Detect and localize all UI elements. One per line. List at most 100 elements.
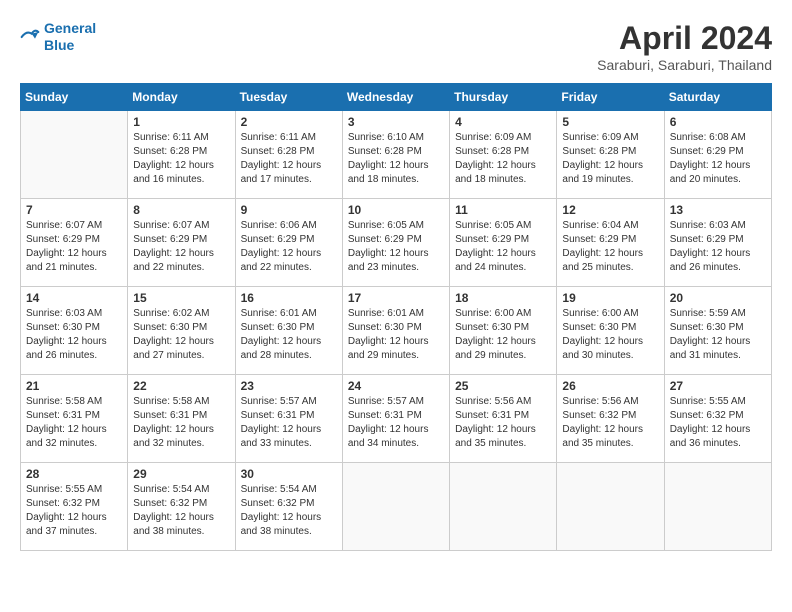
- week-row-2: 7 Sunrise: 6:07 AM Sunset: 6:29 PM Dayli…: [21, 199, 772, 287]
- day-number: 9: [241, 203, 337, 217]
- day-number: 24: [348, 379, 444, 393]
- calendar-table: SundayMondayTuesdayWednesdayThursdayFrid…: [20, 83, 772, 551]
- logo-text: General Blue: [44, 20, 96, 54]
- day-number: 25: [455, 379, 551, 393]
- header-cell-thursday: Thursday: [450, 84, 557, 111]
- day-number: 10: [348, 203, 444, 217]
- logo: General Blue: [20, 20, 96, 54]
- header-cell-tuesday: Tuesday: [235, 84, 342, 111]
- week-row-3: 14 Sunrise: 6:03 AM Sunset: 6:30 PM Dayl…: [21, 287, 772, 375]
- logo-icon: [20, 27, 40, 47]
- day-number: 22: [133, 379, 229, 393]
- day-info: Sunrise: 5:54 AM Sunset: 6:32 PM Dayligh…: [133, 483, 229, 539]
- day-cell: 7 Sunrise: 6:07 AM Sunset: 6:29 PM Dayli…: [21, 199, 128, 287]
- day-number: 13: [670, 203, 766, 217]
- day-cell: 30 Sunrise: 5:54 AM Sunset: 6:32 PM Dayl…: [235, 463, 342, 551]
- day-cell: 5 Sunrise: 6:09 AM Sunset: 6:28 PM Dayli…: [557, 111, 664, 199]
- day-number: 2: [241, 115, 337, 129]
- day-info: Sunrise: 6:10 AM Sunset: 6:28 PM Dayligh…: [348, 131, 444, 187]
- day-number: 8: [133, 203, 229, 217]
- day-cell: 23 Sunrise: 5:57 AM Sunset: 6:31 PM Dayl…: [235, 375, 342, 463]
- day-info: Sunrise: 6:11 AM Sunset: 6:28 PM Dayligh…: [133, 131, 229, 187]
- day-number: 18: [455, 291, 551, 305]
- day-cell: [21, 111, 128, 199]
- day-info: Sunrise: 5:59 AM Sunset: 6:30 PM Dayligh…: [670, 307, 766, 363]
- day-cell: 28 Sunrise: 5:55 AM Sunset: 6:32 PM Dayl…: [21, 463, 128, 551]
- day-cell: 26 Sunrise: 5:56 AM Sunset: 6:32 PM Dayl…: [557, 375, 664, 463]
- day-number: 28: [26, 467, 122, 481]
- day-number: 20: [670, 291, 766, 305]
- day-cell: 11 Sunrise: 6:05 AM Sunset: 6:29 PM Dayl…: [450, 199, 557, 287]
- day-cell: 17 Sunrise: 6:01 AM Sunset: 6:30 PM Dayl…: [342, 287, 449, 375]
- day-number: 26: [562, 379, 658, 393]
- day-cell: 6 Sunrise: 6:08 AM Sunset: 6:29 PM Dayli…: [664, 111, 771, 199]
- day-cell: [557, 463, 664, 551]
- day-cell: 12 Sunrise: 6:04 AM Sunset: 6:29 PM Dayl…: [557, 199, 664, 287]
- day-info: Sunrise: 6:04 AM Sunset: 6:29 PM Dayligh…: [562, 219, 658, 275]
- day-info: Sunrise: 6:09 AM Sunset: 6:28 PM Dayligh…: [455, 131, 551, 187]
- day-info: Sunrise: 6:09 AM Sunset: 6:28 PM Dayligh…: [562, 131, 658, 187]
- day-info: Sunrise: 5:56 AM Sunset: 6:31 PM Dayligh…: [455, 395, 551, 451]
- day-number: 19: [562, 291, 658, 305]
- day-info: Sunrise: 6:05 AM Sunset: 6:29 PM Dayligh…: [348, 219, 444, 275]
- day-cell: 10 Sunrise: 6:05 AM Sunset: 6:29 PM Dayl…: [342, 199, 449, 287]
- header-cell-monday: Monday: [128, 84, 235, 111]
- day-info: Sunrise: 5:55 AM Sunset: 6:32 PM Dayligh…: [26, 483, 122, 539]
- week-row-5: 28 Sunrise: 5:55 AM Sunset: 6:32 PM Dayl…: [21, 463, 772, 551]
- day-cell: 18 Sunrise: 6:00 AM Sunset: 6:30 PM Dayl…: [450, 287, 557, 375]
- week-row-1: 1 Sunrise: 6:11 AM Sunset: 6:28 PM Dayli…: [21, 111, 772, 199]
- day-cell: 14 Sunrise: 6:03 AM Sunset: 6:30 PM Dayl…: [21, 287, 128, 375]
- day-number: 16: [241, 291, 337, 305]
- day-number: 29: [133, 467, 229, 481]
- header: General Blue April 2024 Saraburi, Sarabu…: [20, 20, 772, 73]
- day-cell: 21 Sunrise: 5:58 AM Sunset: 6:31 PM Dayl…: [21, 375, 128, 463]
- day-info: Sunrise: 6:06 AM Sunset: 6:29 PM Dayligh…: [241, 219, 337, 275]
- day-number: 30: [241, 467, 337, 481]
- day-info: Sunrise: 6:11 AM Sunset: 6:28 PM Dayligh…: [241, 131, 337, 187]
- day-number: 4: [455, 115, 551, 129]
- day-cell: 1 Sunrise: 6:11 AM Sunset: 6:28 PM Dayli…: [128, 111, 235, 199]
- day-info: Sunrise: 5:58 AM Sunset: 6:31 PM Dayligh…: [26, 395, 122, 451]
- day-number: 21: [26, 379, 122, 393]
- day-info: Sunrise: 6:07 AM Sunset: 6:29 PM Dayligh…: [133, 219, 229, 275]
- day-cell: 24 Sunrise: 5:57 AM Sunset: 6:31 PM Dayl…: [342, 375, 449, 463]
- day-cell: 9 Sunrise: 6:06 AM Sunset: 6:29 PM Dayli…: [235, 199, 342, 287]
- day-cell: 27 Sunrise: 5:55 AM Sunset: 6:32 PM Dayl…: [664, 375, 771, 463]
- day-info: Sunrise: 6:05 AM Sunset: 6:29 PM Dayligh…: [455, 219, 551, 275]
- day-number: 3: [348, 115, 444, 129]
- day-number: 15: [133, 291, 229, 305]
- day-info: Sunrise: 6:07 AM Sunset: 6:29 PM Dayligh…: [26, 219, 122, 275]
- day-info: Sunrise: 6:00 AM Sunset: 6:30 PM Dayligh…: [562, 307, 658, 363]
- day-info: Sunrise: 6:00 AM Sunset: 6:30 PM Dayligh…: [455, 307, 551, 363]
- day-cell: 22 Sunrise: 5:58 AM Sunset: 6:31 PM Dayl…: [128, 375, 235, 463]
- calendar-body: 1 Sunrise: 6:11 AM Sunset: 6:28 PM Dayli…: [21, 111, 772, 551]
- header-cell-friday: Friday: [557, 84, 664, 111]
- day-number: 5: [562, 115, 658, 129]
- day-cell: 15 Sunrise: 6:02 AM Sunset: 6:30 PM Dayl…: [128, 287, 235, 375]
- day-info: Sunrise: 6:01 AM Sunset: 6:30 PM Dayligh…: [348, 307, 444, 363]
- day-number: 23: [241, 379, 337, 393]
- title-section: April 2024 Saraburi, Saraburi, Thailand: [597, 20, 772, 73]
- day-info: Sunrise: 5:54 AM Sunset: 6:32 PM Dayligh…: [241, 483, 337, 539]
- day-info: Sunrise: 5:56 AM Sunset: 6:32 PM Dayligh…: [562, 395, 658, 451]
- day-cell: 8 Sunrise: 6:07 AM Sunset: 6:29 PM Dayli…: [128, 199, 235, 287]
- day-number: 12: [562, 203, 658, 217]
- day-info: Sunrise: 6:01 AM Sunset: 6:30 PM Dayligh…: [241, 307, 337, 363]
- day-number: 1: [133, 115, 229, 129]
- header-cell-saturday: Saturday: [664, 84, 771, 111]
- week-row-4: 21 Sunrise: 5:58 AM Sunset: 6:31 PM Dayl…: [21, 375, 772, 463]
- header-cell-wednesday: Wednesday: [342, 84, 449, 111]
- day-number: 11: [455, 203, 551, 217]
- day-cell: 16 Sunrise: 6:01 AM Sunset: 6:30 PM Dayl…: [235, 287, 342, 375]
- day-cell: [450, 463, 557, 551]
- day-info: Sunrise: 6:03 AM Sunset: 6:30 PM Dayligh…: [26, 307, 122, 363]
- day-number: 17: [348, 291, 444, 305]
- header-cell-sunday: Sunday: [21, 84, 128, 111]
- day-cell: [342, 463, 449, 551]
- day-cell: 2 Sunrise: 6:11 AM Sunset: 6:28 PM Dayli…: [235, 111, 342, 199]
- calendar-container: General Blue April 2024 Saraburi, Sarabu…: [0, 0, 792, 612]
- day-cell: 29 Sunrise: 5:54 AM Sunset: 6:32 PM Dayl…: [128, 463, 235, 551]
- day-info: Sunrise: 5:55 AM Sunset: 6:32 PM Dayligh…: [670, 395, 766, 451]
- calendar-header-row: SundayMondayTuesdayWednesdayThursdayFrid…: [21, 84, 772, 111]
- day-info: Sunrise: 6:03 AM Sunset: 6:29 PM Dayligh…: [670, 219, 766, 275]
